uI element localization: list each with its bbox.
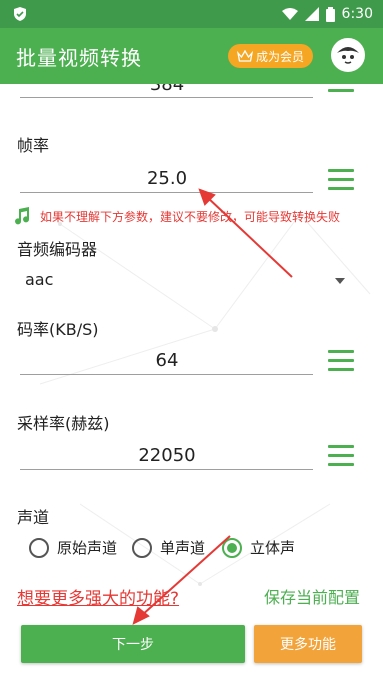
sample-rate-menu-icon[interactable] — [328, 445, 354, 467]
warning-text: 如果不理解下方参数，建议不要修改，可能导致转换失败 — [40, 209, 341, 224]
frame-rate-menu-icon[interactable] — [328, 169, 354, 191]
bitrate-label: 码率(KB/S) — [17, 320, 99, 339]
channel-label: 声道 — [17, 508, 50, 527]
radio-label: 立体声 — [250, 539, 296, 557]
radio-circle-selected — [222, 537, 242, 558]
crown-icon — [236, 50, 253, 62]
frame-rate-underline — [20, 192, 313, 193]
radio-label: 原始声道 — [57, 539, 118, 557]
warning-row: 如果不理解下方参数，建议不要修改，可能导致转换失败 — [12, 206, 340, 226]
bitrate-menu-icon[interactable] — [328, 350, 354, 372]
top-partial-menu-icon[interactable] — [328, 84, 354, 102]
radio-circle — [132, 537, 152, 558]
top-partial-underline — [20, 97, 313, 98]
battery-icon — [325, 6, 335, 22]
radio-mono[interactable]: 单声道 — [132, 537, 205, 558]
next-step-button[interactable]: 下一步 — [21, 625, 245, 663]
bitrate-underline — [20, 374, 313, 375]
status-bar: 6:30 — [0, 0, 383, 28]
status-time: 6:30 — [341, 6, 373, 22]
app-title: 批量视频转换 — [16, 46, 142, 70]
sample-rate-underline — [20, 469, 313, 470]
signal-icon — [304, 7, 319, 21]
app-bar: 批量视频转换 — [0, 28, 383, 84]
top-partial-value: 384 — [149, 84, 185, 95]
settings-form[interactable]: 384 帧率 25.0 如果不理解下方参数，建议不要修改，可能导致转换失败 音频… — [0, 84, 383, 682]
audio-codec-select[interactable]: aac — [25, 270, 53, 289]
more-functions-button[interactable]: 更多功能 — [254, 625, 362, 663]
avatar[interactable] — [331, 38, 365, 72]
shield-icon — [14, 7, 26, 21]
radio-label: 单声道 — [160, 539, 206, 557]
avatar-face-icon — [334, 41, 362, 69]
frame-rate-label: 帧率 — [17, 136, 50, 155]
radio-circle — [29, 537, 49, 558]
frame-rate-input[interactable]: 25.0 — [22, 168, 312, 189]
save-config-link[interactable]: 保存当前配置 — [264, 584, 360, 608]
sample-rate-input[interactable]: 22050 — [22, 445, 312, 466]
chevron-down-icon[interactable] — [335, 278, 345, 284]
wifi-icon — [281, 8, 298, 20]
radio-stereo[interactable]: 立体声 — [222, 537, 295, 558]
bitrate-input[interactable]: 64 — [22, 350, 312, 371]
more-features-link[interactable]: 想要更多强大的功能? — [17, 584, 179, 609]
radio-original-channel[interactable]: 原始声道 — [29, 537, 117, 558]
vip-button[interactable]: 成为会员 — [228, 44, 313, 68]
music-note-icon — [15, 207, 30, 225]
vip-label: 成为会员 — [255, 49, 304, 64]
sample-rate-label: 采样率(赫兹) — [17, 414, 110, 433]
audio-codec-label: 音频编码器 — [17, 240, 98, 259]
